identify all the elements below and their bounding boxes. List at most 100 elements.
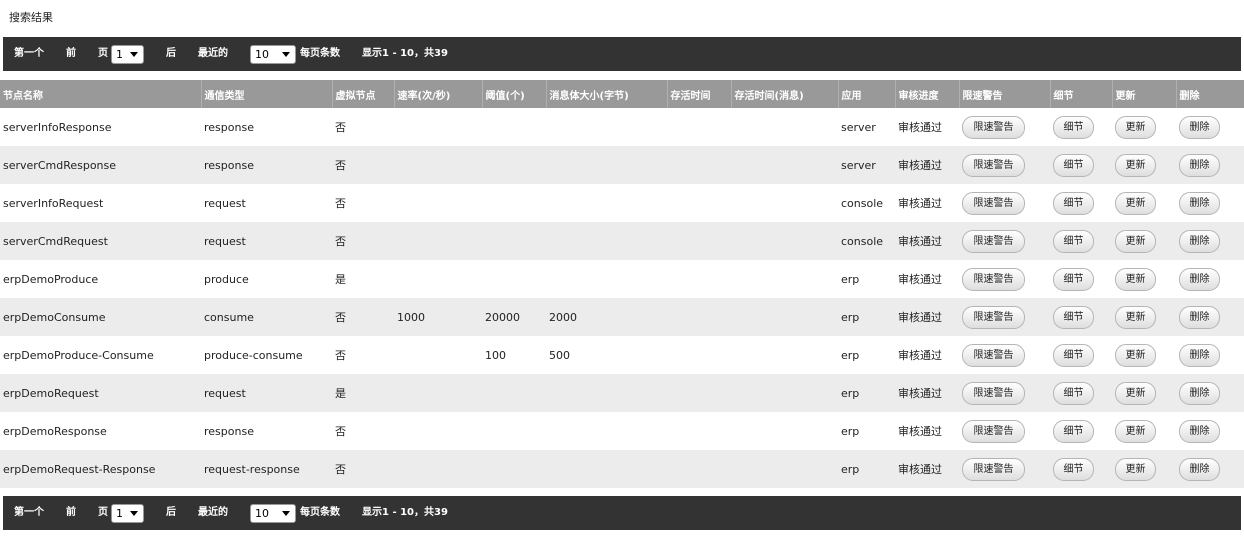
- per-page-label: 每页条数: [300, 48, 340, 59]
- rate-limit-warning-button[interactable]: 限速警告: [962, 381, 1025, 405]
- detail-button[interactable]: 细节: [1053, 191, 1094, 215]
- detail-button[interactable]: 细节: [1053, 267, 1094, 291]
- delete-button[interactable]: 删除: [1179, 305, 1220, 329]
- virtual-node-cell: 否: [332, 184, 394, 222]
- delete-button[interactable]: 删除: [1179, 343, 1220, 367]
- update-button[interactable]: 更新: [1115, 267, 1156, 291]
- chevron-down-icon: [282, 52, 290, 57]
- per-page-select-value: 10: [255, 48, 269, 61]
- delete-button[interactable]: 删除: [1179, 153, 1220, 177]
- update-button[interactable]: 更新: [1115, 381, 1156, 405]
- app-cell: erp: [838, 336, 895, 374]
- virtual-node-cell: 否: [332, 222, 394, 260]
- update-button[interactable]: 更新: [1115, 343, 1156, 367]
- delete-button[interactable]: 删除: [1179, 229, 1220, 253]
- per-page-select[interactable]: 10: [250, 504, 296, 523]
- node-name-cell: erpDemoConsume: [0, 298, 201, 336]
- rate-limit-warning-button[interactable]: 限速警告: [962, 191, 1025, 215]
- chevron-down-icon: [130, 52, 138, 57]
- prev-page-link[interactable]: 前: [66, 37, 76, 71]
- rate-limit-warning-button[interactable]: 限速警告: [962, 229, 1025, 253]
- ttl-cell: [667, 298, 731, 336]
- rate-limit-warning-cell: 限速警告: [959, 222, 1050, 260]
- msg-size-cell: [546, 184, 667, 222]
- rate-limit-warning-cell: 限速警告: [959, 336, 1050, 374]
- detail-button[interactable]: 细节: [1053, 305, 1094, 329]
- detail-button[interactable]: 细节: [1053, 343, 1094, 367]
- result-summary: 显示1 - 10，共39: [362, 507, 448, 518]
- review-status-cell: 审核通过: [895, 108, 959, 146]
- chevron-down-icon: [130, 511, 138, 516]
- last-page-link[interactable]: 最近的: [198, 496, 228, 530]
- first-page-link[interactable]: 第一个: [14, 496, 44, 530]
- node-name-cell: erpDemoRequest-Response: [0, 450, 201, 488]
- delete-button[interactable]: 删除: [1179, 115, 1220, 139]
- rate-limit-warning-button[interactable]: 限速警告: [962, 457, 1025, 481]
- last-page-link[interactable]: 最近的: [198, 37, 228, 71]
- update-button[interactable]: 更新: [1115, 191, 1156, 215]
- review-status-cell: 审核通过: [895, 222, 959, 260]
- rate-cell: [394, 184, 482, 222]
- table-row: serverCmdRequest request 否 console 审核通过 限速警告 细…: [0, 222, 1244, 260]
- threshold-cell: 100: [482, 336, 546, 374]
- prev-page-link[interactable]: 前: [66, 496, 76, 530]
- pager-top: 第一个 前 页 1 后 最近的 10 每页条数 显示1 - 10，共39: [3, 37, 1241, 71]
- delete-button[interactable]: 删除: [1179, 419, 1220, 443]
- first-page-link[interactable]: 第一个: [14, 37, 44, 71]
- update-button[interactable]: 更新: [1115, 419, 1156, 443]
- per-page-select[interactable]: 10: [250, 45, 296, 64]
- detail-button[interactable]: 细节: [1053, 229, 1094, 253]
- next-page-link[interactable]: 后: [166, 496, 176, 530]
- page-select[interactable]: 1: [111, 504, 144, 523]
- rate-limit-warning-button[interactable]: 限速警告: [962, 115, 1025, 139]
- update-cell: 更新: [1112, 146, 1176, 184]
- delete-cell: 删除: [1176, 298, 1244, 336]
- review-status-cell: 审核通过: [895, 374, 959, 412]
- update-button[interactable]: 更新: [1115, 457, 1156, 481]
- app-cell: erp: [838, 298, 895, 336]
- node-name-cell: serverCmdRequest: [0, 222, 201, 260]
- review-status-cell: 审核通过: [895, 184, 959, 222]
- comm-type-cell: response: [201, 108, 332, 146]
- page-select[interactable]: 1: [111, 45, 144, 64]
- next-page-link[interactable]: 后: [166, 37, 176, 71]
- delete-button[interactable]: 删除: [1179, 191, 1220, 215]
- update-button[interactable]: 更新: [1115, 229, 1156, 253]
- ttl-msg-cell: [731, 374, 838, 412]
- table-row: erpDemoProduce-Consume produce-consume 否 10…: [0, 336, 1244, 374]
- rate-limit-warning-button[interactable]: 限速警告: [962, 267, 1025, 291]
- detail-button[interactable]: 细节: [1053, 153, 1094, 177]
- ttl-msg-cell: [731, 146, 838, 184]
- detail-button[interactable]: 细节: [1053, 419, 1094, 443]
- delete-cell: 删除: [1176, 412, 1244, 450]
- virtual-node-cell: 否: [332, 146, 394, 184]
- update-button[interactable]: 更新: [1115, 115, 1156, 139]
- detail-button[interactable]: 细节: [1053, 115, 1094, 139]
- column-header: 细节: [1049, 80, 1112, 108]
- detail-cell: 细节: [1050, 336, 1112, 374]
- column-header: 更新: [1111, 80, 1176, 108]
- rate-limit-warning-cell: 限速警告: [959, 298, 1050, 336]
- ttl-msg-cell: [731, 184, 838, 222]
- rate-limit-warning-button[interactable]: 限速警告: [962, 419, 1025, 443]
- detail-cell: 细节: [1050, 450, 1112, 488]
- threshold-cell: [482, 146, 546, 184]
- delete-cell: 删除: [1176, 184, 1244, 222]
- rate-limit-warning-button[interactable]: 限速警告: [962, 305, 1025, 329]
- update-button[interactable]: 更新: [1115, 153, 1156, 177]
- rate-limit-warning-button[interactable]: 限速警告: [962, 343, 1025, 367]
- column-header: 虚拟节点: [331, 80, 394, 108]
- comm-type-cell: response: [201, 146, 332, 184]
- update-button[interactable]: 更新: [1115, 305, 1156, 329]
- delete-button[interactable]: 删除: [1179, 457, 1220, 481]
- threshold-cell: [482, 108, 546, 146]
- rate-limit-warning-cell: 限速警告: [959, 412, 1050, 450]
- detail-button[interactable]: 细节: [1053, 457, 1094, 481]
- detail-button[interactable]: 细节: [1053, 381, 1094, 405]
- page-select-value: 1: [116, 507, 123, 520]
- page-select-value: 1: [116, 48, 123, 61]
- delete-button[interactable]: 删除: [1179, 381, 1220, 405]
- rate-limit-warning-button[interactable]: 限速警告: [962, 153, 1025, 177]
- delete-button[interactable]: 删除: [1179, 267, 1220, 291]
- threshold-cell: [482, 260, 546, 298]
